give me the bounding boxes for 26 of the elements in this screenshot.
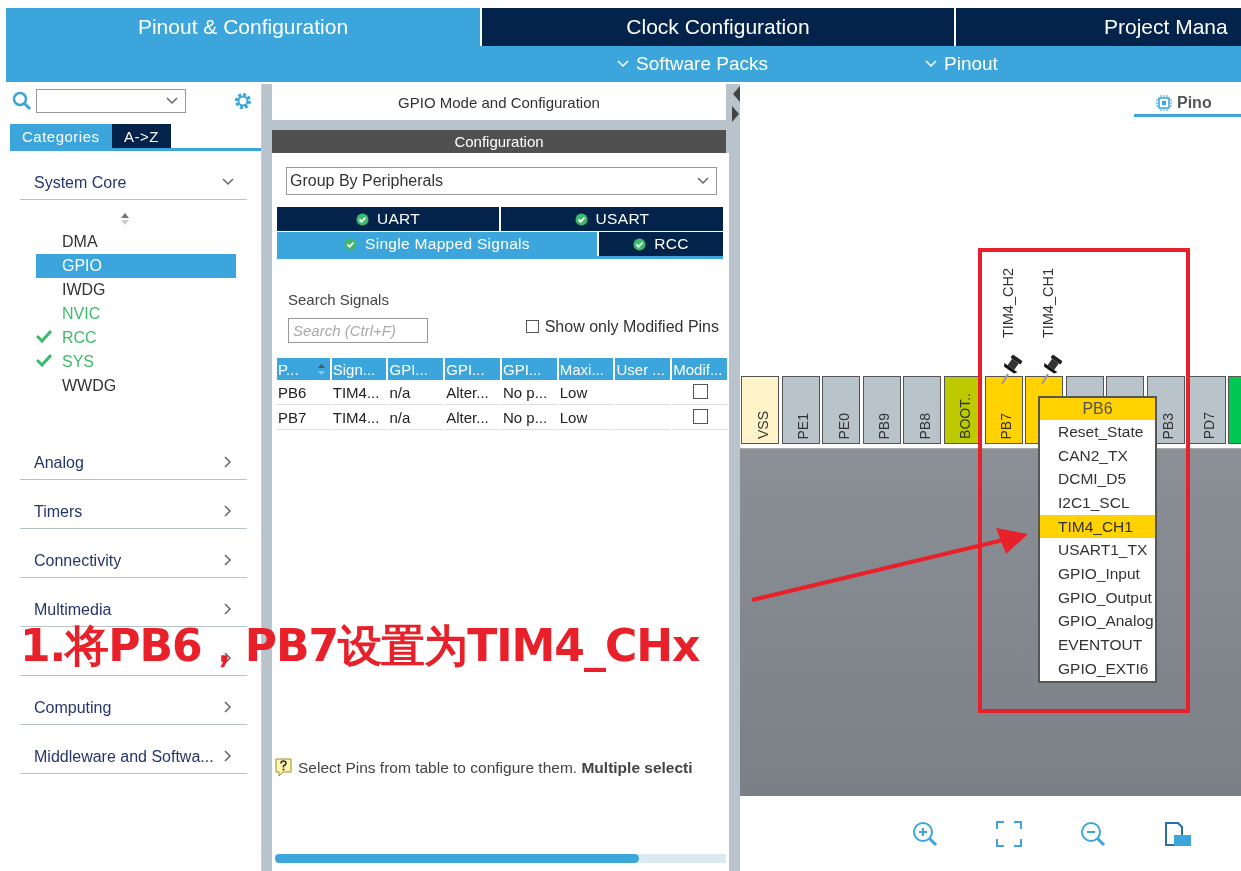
- table-cell: n/a: [388, 381, 444, 405]
- hint-text: Select Pins from table to configure them. Multiple selecti: [298, 758, 693, 777]
- menu-title: PB6: [1040, 398, 1155, 420]
- table-cell: PB7: [277, 406, 330, 430]
- category-label: Multimedia: [34, 600, 112, 619]
- table-cell: Low: [558, 406, 614, 430]
- category-label: System Core: [34, 173, 127, 192]
- category-label: Connectivity: [34, 551, 122, 570]
- search-label: Search Signals: [288, 291, 390, 308]
- category-label: Analog: [34, 453, 84, 472]
- category-label: Computing: [34, 698, 112, 717]
- panel-title: GPIO Mode and Configuration: [272, 84, 726, 120]
- table-cell: No p...: [501, 381, 557, 405]
- table-cell: PB6: [277, 381, 330, 405]
- table-cell: TIM4...: [331, 406, 387, 430]
- table-cell: TIM4...: [331, 381, 387, 405]
- table-cell: Low: [558, 381, 614, 405]
- signal-label: TIM4_CH1: [1040, 268, 1056, 339]
- section-header: Configuration: [272, 130, 726, 153]
- table-cell: Alter...: [445, 406, 500, 430]
- table-cell: n/a: [388, 406, 444, 430]
- category-label: Middleware and Softwa...: [34, 747, 214, 766]
- table-cell: Alter...: [445, 381, 500, 405]
- signal-label: TIM4_CH2: [1000, 268, 1016, 339]
- category-label: Timers: [34, 502, 83, 521]
- table-cell: No p...: [501, 406, 557, 430]
